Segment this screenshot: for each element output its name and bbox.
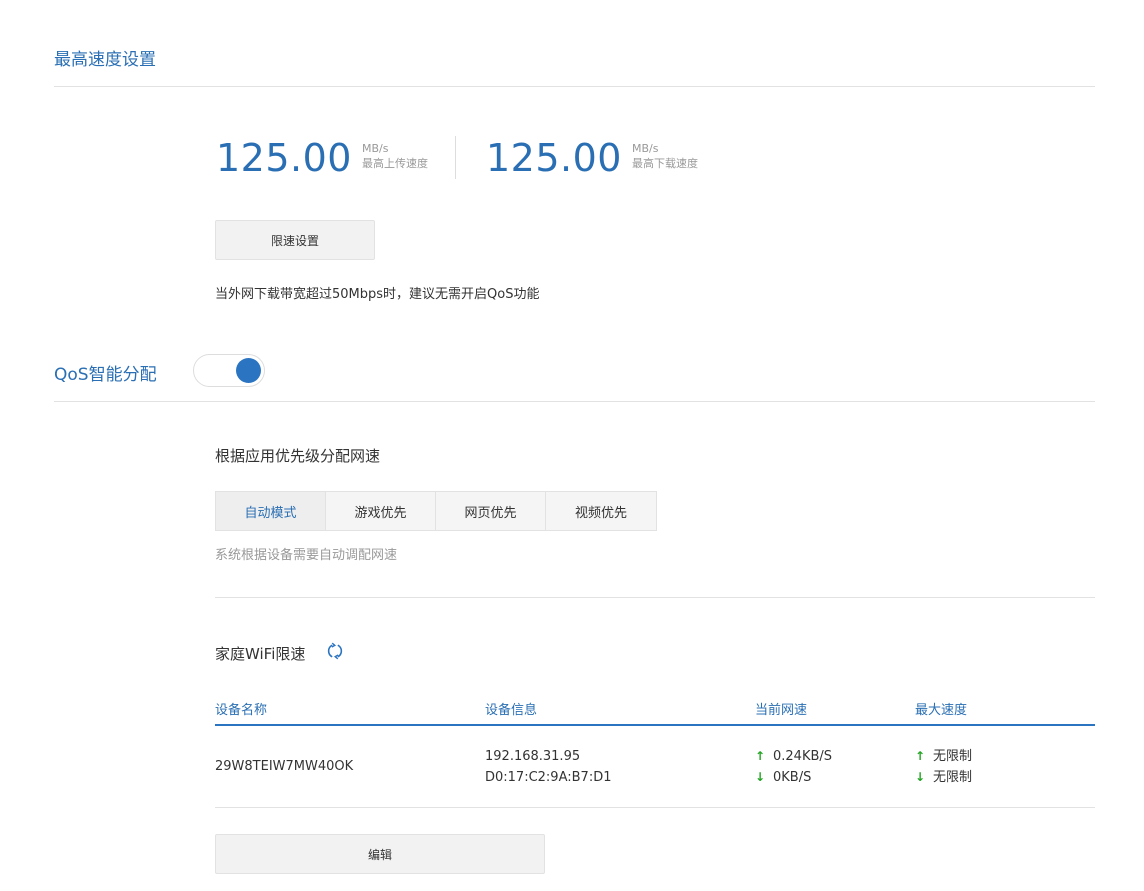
tab-auto-mode[interactable]: 自动模式: [216, 492, 326, 530]
arrow-up-icon: ↑: [915, 749, 926, 763]
device-mac: D0:17:C2:9A:B7:D1: [485, 770, 612, 785]
device-ip: 192.168.31.95: [485, 749, 581, 764]
section-divider: [54, 86, 1095, 87]
max-up-speed: 无限制: [933, 749, 973, 764]
table-header-line: [215, 724, 1095, 726]
qos-note: 当外网下载带宽超过50Mbps时，建议无需开启QoS功能: [215, 287, 540, 302]
toggle-knob: [236, 358, 261, 383]
speed-divider: [455, 136, 456, 179]
arrow-down-icon: ↓: [915, 770, 926, 784]
qos-toggle[interactable]: [193, 354, 265, 387]
edit-button[interactable]: 编辑: [215, 834, 545, 874]
qos-mode-tabs: 自动模式 游戏优先 网页优先 视频优先: [215, 491, 657, 531]
tab-game-priority[interactable]: 游戏优先: [326, 492, 436, 530]
qos-title: QoS智能分配: [54, 365, 157, 385]
download-speed: 125.00 MB/s 最高下载速度: [486, 136, 698, 180]
col-device-name: 设备名称: [215, 703, 268, 718]
wifi-limit-title: 家庭WiFi限速: [215, 645, 306, 663]
section-divider: [215, 597, 1095, 598]
max-speed-title: 最高速度设置: [54, 50, 156, 70]
section-divider: [54, 401, 1095, 402]
mode-hint: 系统根据设备需要自动调配网速: [215, 548, 398, 563]
device-name: 29W8TEIW7MW40OK: [215, 759, 354, 774]
download-speed-label: 最高下载速度: [631, 157, 698, 170]
upload-speed: 125.00 MB/s 最高上传速度: [216, 136, 428, 180]
current-down-speed: 0KB/S: [773, 770, 812, 785]
upload-speed-unit: MB/s: [361, 142, 389, 155]
arrow-down-icon: ↓: [755, 770, 766, 784]
arrow-up-icon: ↑: [755, 749, 766, 763]
upload-speed-label: 最高上传速度: [361, 157, 428, 170]
qos-subtitle: 根据应用优先级分配网速: [215, 447, 381, 465]
refresh-icon[interactable]: [326, 642, 344, 660]
col-device-info: 设备信息: [485, 703, 538, 718]
tab-web-priority[interactable]: 网页优先: [436, 492, 546, 530]
current-up-speed: 0.24KB/S: [773, 749, 833, 764]
col-current-speed: 当前网速: [755, 703, 808, 718]
tab-video-priority[interactable]: 视频优先: [546, 492, 656, 530]
download-speed-unit: MB/s: [631, 142, 659, 155]
limit-settings-button[interactable]: 限速设置: [215, 220, 375, 260]
upload-speed-value: 125.00: [216, 136, 352, 180]
max-down-speed: 无限制: [933, 770, 973, 785]
download-speed-value: 125.00: [486, 136, 622, 180]
row-divider: [215, 807, 1095, 808]
qos-settings-page: 最高速度设置 125.00 MB/s 最高上传速度 125.00 MB/s 最高…: [0, 0, 1144, 891]
col-max-speed: 最大速度: [915, 703, 968, 718]
